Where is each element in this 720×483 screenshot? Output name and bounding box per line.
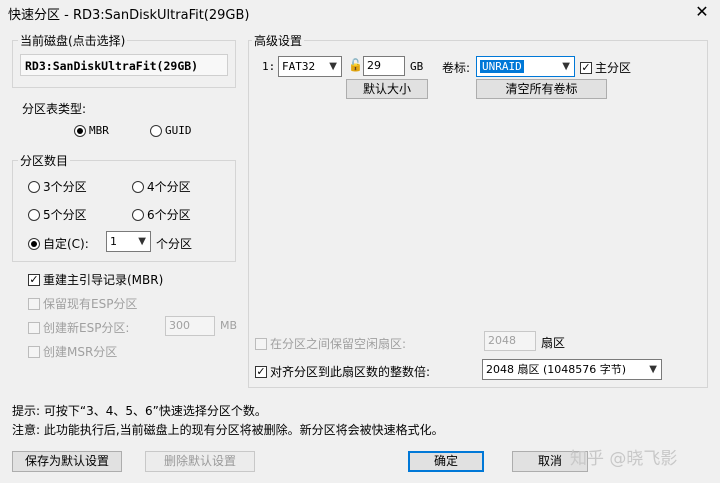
advanced-legend: 高级设置: [252, 32, 305, 49]
clear-labels-button[interactable]: 清空所有卷标: [476, 79, 607, 99]
close-icon[interactable]: ✕: [690, 1, 714, 23]
align-label: 对齐分区到此扇区数的整数倍:: [270, 365, 431, 379]
disk-group-legend: 当前磁盘(点击选择): [18, 32, 128, 49]
primary-partition-label: 主分区: [595, 61, 632, 75]
reserve-sectors-box: [255, 337, 267, 350]
radio-5-label: 5个分区: [43, 208, 87, 222]
radio-custom[interactable]: 自定(C):: [28, 235, 89, 252]
window-title: 快速分区 - RD3:SanDiskUltraFit(29GB): [8, 8, 250, 23]
chevron-down-icon: ▼: [649, 364, 657, 375]
create-msr-label: 创建MSR分区: [43, 345, 118, 359]
reserve-sectors-checkbox[interactable]: 在分区之间保留空闲扇区:: [255, 335, 406, 352]
chevron-down-icon: ▼: [329, 61, 337, 72]
radio-3-partitions[interactable]: 3个分区: [28, 178, 87, 195]
chevron-down-icon: ▼: [138, 236, 146, 247]
esp-size-field[interactable]: 300: [165, 316, 215, 336]
size-unit: GB: [410, 60, 424, 73]
volume-label-value: UNRAID: [480, 60, 524, 73]
delete-default-button[interactable]: 删除默认设置: [145, 451, 255, 472]
radio-guid-indicator: [150, 124, 162, 137]
partition-row-index: 1:: [262, 60, 276, 73]
radio-mbr[interactable]: MBR: [74, 123, 109, 137]
create-esp-checkbox[interactable]: 创建新ESP分区:: [28, 319, 129, 336]
align-select[interactable]: 2048 扇区 (1048576 字节) ▼: [482, 359, 662, 380]
volume-label-input[interactable]: UNRAID ▼: [476, 56, 575, 77]
radio-guid-label: GUID: [165, 124, 192, 137]
reserve-sectors-label: 在分区之间保留空闲扇区:: [270, 337, 407, 351]
esp-unit: MB: [220, 319, 238, 332]
volume-label-caption: 卷标:: [442, 61, 471, 75]
radio-4-label: 4个分区: [147, 180, 191, 194]
reserve-sectors-field[interactable]: 2048: [484, 331, 536, 351]
radio-mbr-indicator: [74, 124, 86, 137]
rebuild-mbr-checkbox[interactable]: ✓ 重建主引导记录(MBR): [28, 271, 163, 288]
align-value: 2048 扇区 (1048576 字节): [486, 363, 627, 376]
align-checkbox[interactable]: ✓ 对齐分区到此扇区数的整数倍:: [255, 363, 430, 380]
check-icon: ✓: [255, 364, 267, 378]
radio-3-indicator: [28, 180, 40, 193]
radio-6-partitions[interactable]: 6个分区: [132, 206, 191, 223]
custom-count-select[interactable]: 1 ▼: [106, 231, 151, 252]
check-icon: ✓: [28, 272, 40, 286]
chevron-down-icon: ▼: [562, 61, 570, 72]
radio-custom-label: 自定(C):: [43, 237, 89, 251]
radio-6-label: 6个分区: [147, 208, 191, 222]
primary-partition-checkbox[interactable]: ✓ 主分区: [580, 59, 631, 76]
default-size-button[interactable]: 默认大小: [346, 79, 428, 99]
filesystem-value: FAT32: [282, 60, 316, 73]
ok-button[interactable]: 确定: [408, 451, 484, 472]
radio-5-partitions[interactable]: 5个分区: [28, 206, 87, 223]
rebuild-mbr-label: 重建主引导记录(MBR): [43, 273, 164, 287]
keep-esp-label: 保留现有ESP分区: [43, 297, 138, 311]
size-field[interactable]: 29: [363, 56, 405, 76]
create-esp-box: [28, 321, 40, 334]
custom-count-value: 1: [110, 235, 117, 248]
radio-mbr-label: MBR: [89, 124, 109, 137]
radio-4-indicator: [132, 180, 144, 193]
disk-selector[interactable]: RD3:SanDiskUltraFit(29GB): [20, 54, 228, 76]
radio-5-indicator: [28, 208, 40, 221]
radio-4-partitions[interactable]: 4个分区: [132, 178, 191, 195]
save-default-button[interactable]: 保存为默认设置: [12, 451, 122, 472]
hint-tip: 提示: 可按下“3、4、5、6”快速选择分区个数。: [12, 404, 267, 418]
filesystem-select[interactable]: FAT32 ▼: [278, 56, 342, 77]
radio-custom-indicator: [28, 237, 40, 250]
create-esp-label: 创建新ESP分区:: [43, 321, 130, 335]
create-msr-checkbox[interactable]: 创建MSR分区: [28, 343, 117, 360]
custom-count-suffix: 个分区: [156, 237, 193, 251]
table-type-label: 分区表类型:: [22, 102, 87, 116]
radio-guid[interactable]: GUID: [150, 123, 192, 137]
radio-3-label: 3个分区: [43, 180, 87, 194]
keep-esp-checkbox[interactable]: 保留现有ESP分区: [28, 295, 137, 312]
partition-count-legend: 分区数目: [18, 152, 71, 169]
radio-6-indicator: [132, 208, 144, 221]
lock-icon[interactable]: 🔓: [348, 58, 363, 72]
reserve-sectors-unit: 扇区: [541, 336, 566, 350]
create-msr-box: [28, 345, 40, 358]
keep-esp-box: [28, 297, 40, 310]
check-icon: ✓: [580, 60, 592, 74]
watermark: 知乎 @晓飞影: [570, 449, 678, 469]
hint-note: 注意: 此功能执行后,当前磁盘上的现有分区将被删除。新分区将会被快速格式化。: [12, 423, 444, 437]
